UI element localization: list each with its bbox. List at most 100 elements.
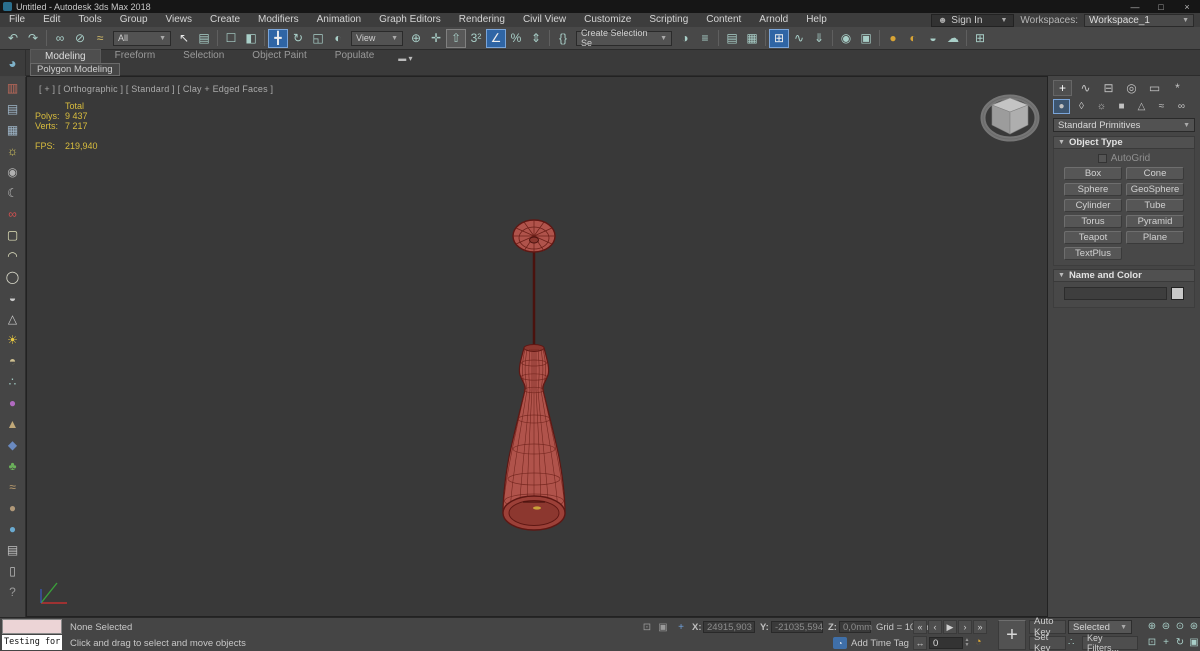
menu-item[interactable]: Modifiers — [249, 14, 308, 25]
clipboard-icon[interactable]: ▤ — [2, 539, 24, 560]
current-frame-field[interactable]: 0 — [929, 637, 963, 649]
document-icon[interactable]: ▯ — [2, 560, 24, 581]
camera-icon[interactable]: ◉ — [2, 161, 24, 182]
menu-item[interactable]: Rendering — [450, 14, 514, 25]
sun-icon[interactable]: ☀ — [2, 329, 24, 350]
primitive-category-dropdown[interactable]: Standard Primitives ▼ — [1053, 118, 1195, 132]
render-production-teapot-icon[interactable]: ● — [883, 29, 903, 48]
rock-icon[interactable]: ● — [2, 497, 24, 518]
zoom-extents-icon[interactable]: ⊙ — [1174, 620, 1186, 633]
set-key-button[interactable]: Set Key — [1029, 632, 1066, 651]
cone-primitive-icon[interactable]: △ — [2, 308, 24, 329]
isolate-selection-icon[interactable]: ⊡ — [640, 621, 654, 634]
separator[interactable] — [832, 30, 833, 46]
use-pivot-point-icon[interactable]: ⊕ — [406, 29, 426, 48]
time-tag-icon[interactable]: ◔ — [833, 637, 847, 649]
stereo-glasses-icon[interactable]: ∞ — [2, 203, 24, 224]
menu-item[interactable]: Help — [797, 14, 836, 25]
space-warps-tab[interactable]: ≈ — [1153, 99, 1170, 114]
viewport-layout-icon[interactable]: ▥ — [2, 77, 24, 98]
key-filter-icon[interactable]: ∴ — [1068, 637, 1074, 648]
curve-editor-icon[interactable]: ∿ — [789, 29, 809, 48]
object-type-button[interactable]: Cylinder — [1064, 199, 1122, 212]
open-autoback-icon[interactable]: ⊞ — [970, 29, 990, 48]
rectangular-selection-region-icon[interactable]: ☐ — [221, 29, 241, 48]
previous-frame-button[interactable]: ‹ — [928, 620, 942, 634]
ribbon-tab[interactable]: Freeform — [101, 49, 170, 63]
particles-icon[interactable]: ∴ — [2, 371, 24, 392]
spheres-icon[interactable]: ● — [2, 392, 24, 413]
dome-primitive-icon[interactable]: ◠ — [2, 245, 24, 266]
object-type-button[interactable]: Teapot — [1064, 231, 1122, 244]
frame-spinner[interactable]: ▲ ▼ — [963, 637, 971, 649]
percent-snap-toggle-icon[interactable]: % — [506, 29, 526, 48]
spinner-snap-toggle-icon[interactable]: ⇕ — [526, 29, 546, 48]
key-mode-toggle[interactable]: ↔ — [913, 636, 927, 650]
shapes-tab[interactable]: ◊ — [1073, 99, 1090, 114]
ribbon-tab[interactable]: Object Paint — [238, 49, 320, 63]
select-and-link-icon[interactable]: ∞ — [50, 29, 70, 48]
create-tab[interactable]: + — [1053, 80, 1072, 96]
pyramid-icon[interactable]: ▲ — [2, 413, 24, 434]
select-object-icon[interactable]: ↖ — [174, 29, 194, 48]
menu-item[interactable]: Civil View — [514, 14, 575, 25]
zoom-icon[interactable]: ⊕ — [1146, 620, 1158, 633]
snaps-toggle-3d-icon[interactable]: 3² — [466, 29, 486, 48]
rock-blue-icon[interactable]: ◆ — [2, 434, 24, 455]
scene-explorer-icon[interactable]: ▤ — [722, 29, 742, 48]
name-and-color-rollout-header[interactable]: ▼ Name and Color — [1053, 269, 1195, 282]
object-type-button[interactable]: GeoSphere — [1126, 183, 1184, 196]
window-crossing-icon[interactable]: ◧ — [241, 29, 261, 48]
layer-grid-icon[interactable]: ▦ — [2, 119, 24, 140]
set-keys-button[interactable]: + — [998, 620, 1026, 650]
select-and-rotate-icon[interactable]: ↻ — [288, 29, 308, 48]
object-type-button[interactable]: Sphere — [1064, 183, 1122, 196]
object-type-button[interactable]: Tube — [1126, 199, 1184, 212]
named-selection-sets-icon[interactable]: {} — [553, 29, 573, 48]
scene-explorer-list-icon[interactable]: ▤ — [2, 98, 24, 119]
select-by-name-icon[interactable]: ▤ — [194, 29, 214, 48]
modify-tab[interactable]: ∿ — [1076, 80, 1095, 96]
menu-item[interactable]: Scripting — [640, 14, 697, 25]
separator[interactable] — [765, 30, 766, 46]
minimize-button[interactable]: — — [1122, 0, 1148, 13]
systems-tab[interactable]: ∞ — [1173, 99, 1190, 114]
ribbon-more-icon[interactable]: ▬ ▾ — [398, 54, 412, 63]
separator[interactable] — [966, 30, 967, 46]
close-button[interactable]: × — [1174, 0, 1200, 13]
separator[interactable] — [264, 30, 265, 46]
polygon-modeling-tab[interactable]: Polygon Modeling — [30, 62, 120, 76]
schematic-view-icon[interactable]: ⇓ — [809, 29, 829, 48]
select-and-manipulate-icon[interactable]: ✛ — [426, 29, 446, 48]
ribbon-launcher-teapot-icon[interactable]: ◕ — [0, 50, 26, 76]
key-filters-button[interactable]: Key Filters... — [1082, 633, 1138, 651]
layer-explorer-icon[interactable]: ▦ — [742, 29, 762, 48]
separator[interactable] — [217, 30, 218, 46]
separator[interactable] — [46, 30, 47, 46]
menu-item[interactable]: Graph Editors — [370, 14, 450, 25]
go-to-end-button[interactable]: » — [973, 620, 987, 634]
selection-lock-icon[interactable]: ▣ — [656, 621, 670, 634]
orbit-icon[interactable]: ↻ — [1174, 636, 1186, 649]
render-setup-icon[interactable]: ▣ — [856, 29, 876, 48]
named-selection-set-dropdown[interactable]: Create Selection Se ▼ — [576, 28, 672, 48]
next-frame-button[interactable]: › — [958, 620, 972, 634]
object-type-button[interactable]: Torus — [1064, 215, 1122, 228]
maxscript-listener-output[interactable] — [2, 619, 62, 634]
menu-item[interactable]: Group — [111, 14, 157, 25]
select-and-scale-icon[interactable]: ◱ — [308, 29, 328, 48]
maximize-viewport-icon[interactable]: ▣ — [1188, 636, 1200, 649]
z-coordinate-field[interactable]: 0,0mm — [839, 621, 872, 633]
separator[interactable] — [718, 30, 719, 46]
add-time-tag[interactable]: Add Time Tag — [851, 638, 909, 649]
menu-item[interactable]: Tools — [69, 14, 110, 25]
hierarchy-tab[interactable]: ⊟ — [1099, 80, 1118, 96]
menu-item[interactable]: Edit — [34, 14, 69, 25]
time-configuration-icon[interactable]: ◔ — [975, 636, 982, 648]
mirror-icon[interactable]: ◑ — [675, 29, 695, 48]
plane-primitive-icon[interactable]: ▢ — [2, 224, 24, 245]
separator[interactable] — [549, 30, 550, 46]
select-and-move-icon[interactable]: ╋ — [268, 28, 288, 48]
help-icon[interactable]: ? — [2, 581, 24, 602]
ribbon-toggle-icon[interactable]: ⊞ — [769, 28, 789, 48]
